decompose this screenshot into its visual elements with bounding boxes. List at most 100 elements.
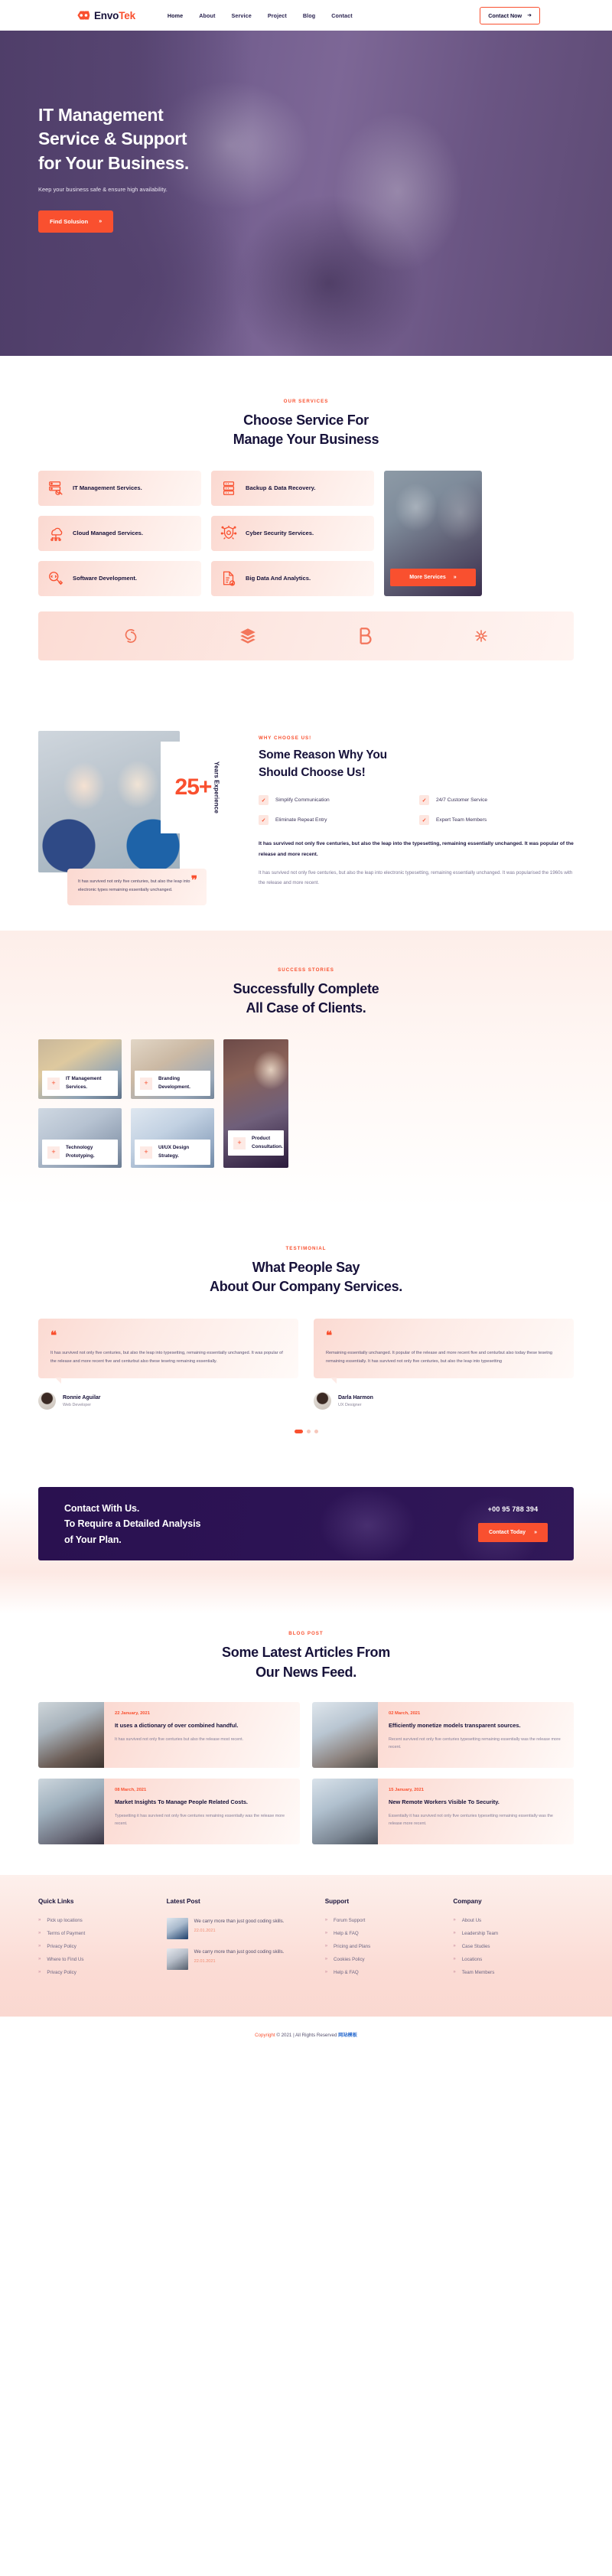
copyright-brand-link[interactable]: 网站模板 <box>338 2033 357 2038</box>
footer-link[interactable]: » Team Members <box>453 1970 574 1975</box>
layers-logo-icon[interactable] <box>238 626 258 646</box>
experience-badge: 25+ Years Experience <box>161 742 234 834</box>
footer-link[interactable]: » Case Studies <box>453 1944 574 1949</box>
molecule-logo-icon[interactable] <box>471 626 491 646</box>
blog-post-card[interactable]: 15 January, 2021 New Remote Workers Visi… <box>312 1778 574 1844</box>
plus-icon[interactable]: + <box>140 1077 152 1090</box>
footer-post-thumbnail <box>166 1917 188 1939</box>
case-card[interactable]: + Branding Development. <box>131 1039 214 1100</box>
service-card-cyber-security[interactable]: Cyber Security Services. <box>211 516 374 552</box>
blog-post-card[interactable]: 02 March, 2021 Efficiently monetize mode… <box>312 1701 574 1768</box>
footer-link-label[interactable]: Help & FAQ <box>334 1931 359 1936</box>
case-tag: + Technology Prototyping. <box>42 1140 118 1166</box>
footer-link-label[interactable]: About Us <box>462 1918 481 1923</box>
footer-link-label[interactable]: Privacy Policy <box>47 1970 76 1975</box>
footer-link-label[interactable]: Help & FAQ <box>334 1970 359 1975</box>
blog-post-excerpt: Typesetting it has survived not only fiv… <box>115 1813 285 1826</box>
footer-link-label[interactable]: Pick up locations <box>47 1918 82 1923</box>
footer-latest-post-item[interactable]: We carry more than just good coding skil… <box>166 1948 317 1970</box>
footer-copyright-bar: Copyright © 2021 | All Rights Reserved 网… <box>0 2016 612 2052</box>
nav-item-project[interactable]: Project <box>268 12 287 19</box>
carousel-dot[interactable] <box>314 1430 318 1434</box>
service-card-big-data[interactable]: Big Data And Analytics. <box>211 561 374 597</box>
service-card-cloud-managed[interactable]: Cloud Managed Services. <box>38 516 201 552</box>
plus-icon[interactable]: + <box>140 1146 152 1159</box>
server-rack-icon <box>220 480 237 497</box>
footer-post-text: We carry more than just good coding skil… <box>194 1918 285 1924</box>
nav-item-about[interactable]: About <box>199 12 215 19</box>
blog-post-card[interactable]: 22 January, 2021 It uses a dictionary of… <box>38 1701 300 1768</box>
footer-link[interactable]: » Help & FAQ <box>325 1970 446 1975</box>
case-card-tall[interactable]: + Product Consultation. <box>223 1039 288 1169</box>
case-card[interactable]: + Technology Prototyping. <box>38 1108 122 1169</box>
service-card-backup-recovery[interactable]: Backup & Data Recovery. <box>211 471 374 507</box>
footer-link-label[interactable]: Where to Find Us <box>47 1957 83 1962</box>
nav-item-service[interactable]: Service <box>232 12 252 19</box>
find-solution-button[interactable]: Find Solusion » <box>38 210 114 233</box>
contact-now-button[interactable]: Contact Now ➜ <box>480 6 540 24</box>
service-card-it-management[interactable]: IT Management Services. <box>38 471 201 507</box>
testimonials-eyebrow: TESTIMONIAL <box>285 1246 327 1252</box>
footer-link-label[interactable]: Leadership Team <box>462 1931 498 1936</box>
footer-link[interactable]: » Pricing and Plans <box>325 1944 446 1949</box>
blog-post-thumbnail <box>38 1778 104 1844</box>
plus-icon[interactable]: + <box>47 1077 60 1090</box>
footer-link[interactable]: » About Us <box>453 1918 574 1923</box>
services-eyebrow: OUR SERVICES <box>283 399 329 404</box>
footer-link-label[interactable]: Cookies Policy <box>334 1957 365 1962</box>
footer-link[interactable]: » Help & FAQ <box>325 1931 446 1936</box>
footer-link-label[interactable]: Terms of Payment <box>47 1931 85 1936</box>
footer-link-label[interactable]: Pricing and Plans <box>334 1944 370 1949</box>
footer-link[interactable]: » Cookies Policy <box>325 1957 446 1962</box>
contact-phone-number[interactable]: +00 95 788 394 <box>478 1505 548 1513</box>
chevron-right-icon: » <box>324 1931 328 1936</box>
case-card[interactable]: + IT Management Services. <box>38 1039 122 1100</box>
testimonial-bubble: ❝ It has survived not only five centurie… <box>38 1318 298 1384</box>
footer-link-label[interactable]: Locations <box>462 1957 483 1962</box>
plus-icon[interactable]: + <box>233 1136 246 1149</box>
more-services-button[interactable]: More Services » <box>390 569 476 587</box>
service-label: Software Development. <box>73 575 137 582</box>
footer-link-label[interactable]: Team Members <box>462 1970 495 1975</box>
footer-link[interactable]: » Forum Support <box>325 1918 446 1923</box>
contact-today-button[interactable]: Contact Today » <box>477 1523 548 1543</box>
quote-mark-icon: ❞ <box>190 874 197 888</box>
nav-item-home[interactable]: Home <box>168 12 183 19</box>
footer-link-label[interactable]: Forum Support <box>334 1918 365 1923</box>
spiral-logo-icon[interactable] <box>121 626 141 646</box>
b-letter-logo-icon[interactable] <box>354 626 374 646</box>
arrow-right-icon: ➜ <box>527 13 532 18</box>
footer-link-label[interactable]: Case Studies <box>462 1944 490 1949</box>
footer-link[interactable]: » Where to Find Us <box>38 1957 159 1962</box>
chevron-right-icon: » <box>453 1944 456 1949</box>
case-label: Branding Development. <box>158 1076 190 1090</box>
nav-item-contact[interactable]: Contact <box>331 12 352 19</box>
footer-latest-post-item[interactable]: We carry more than just good coding skil… <box>166 1917 317 1939</box>
blog-post-card[interactable]: 08 March, 2021 Market Insights To Manage… <box>38 1778 300 1844</box>
main-navigation: Home About Service Project Blog Contact <box>168 12 353 19</box>
carousel-dot[interactable] <box>306 1430 311 1434</box>
hero-title-line-3: for Your Business. <box>38 152 189 173</box>
footer-link[interactable]: » Privacy Policy <box>38 1944 159 1949</box>
carousel-dot-active[interactable] <box>294 1430 303 1434</box>
brand-logo[interactable]: EnvoTek <box>76 10 135 21</box>
footer-link[interactable]: » Locations <box>453 1957 574 1962</box>
services-column-left: IT Management Services. Cloud Managed Se… <box>38 471 201 597</box>
testimonial-author: Darla Harmon UX Designer <box>314 1392 574 1410</box>
footer-link[interactable]: » Terms of Payment <box>38 1931 159 1936</box>
footer-link-label[interactable]: Privacy Policy <box>47 1944 76 1949</box>
nav-item-blog[interactable]: Blog <box>303 12 315 19</box>
why-content: WHY CHOOSE US! Some Reason Why You Shoul… <box>237 731 574 888</box>
author-role: UX Designer <box>338 1402 362 1407</box>
footer-link[interactable]: » Privacy Policy <box>38 1970 159 1975</box>
plus-icon[interactable]: + <box>47 1146 60 1159</box>
case-card[interactable]: + UI/UX Design Strategy. <box>131 1108 214 1169</box>
service-card-software-development[interactable]: Software Development. <box>38 561 201 597</box>
cloud-network-icon <box>47 525 64 542</box>
footer-post-text: We carry more than just good coding skil… <box>194 1948 285 1955</box>
footer-link[interactable]: » Leadership Team <box>453 1931 574 1936</box>
contact-band-section: Contact With Us. To Require a Detailed A… <box>0 1466 612 1615</box>
footer-link[interactable]: » Pick up locations <box>38 1918 159 1923</box>
service-label: IT Management Services. <box>73 484 142 492</box>
experience-label: Years Experience <box>213 761 220 814</box>
